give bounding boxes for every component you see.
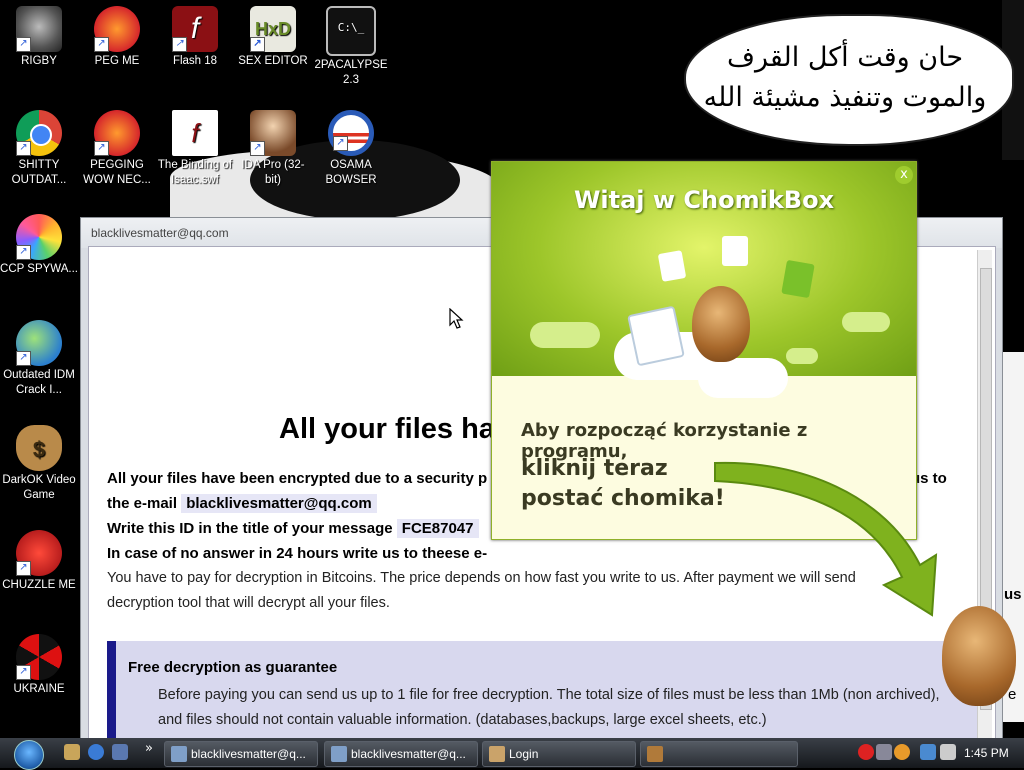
desktop-icon-flash[interactable]: f ↗ Flash 18	[156, 6, 234, 69]
quicklaunch-switch-icon[interactable]	[112, 744, 128, 760]
taskbar-button[interactable]: blacklivesmatter@q...	[324, 741, 478, 767]
start-button[interactable]	[6, 740, 50, 770]
desktop-icon-binding-of-isaac[interactable]: f The Binding of Isaac.swf	[156, 110, 234, 188]
network-icon[interactable]	[920, 744, 936, 760]
desktop-icon-pegging[interactable]: ↗ PEGGING WOW NEC...	[78, 110, 156, 188]
hamster-mascot-corner[interactable]	[942, 606, 1016, 706]
chrome-icon: ↗	[16, 110, 62, 156]
taskbar-button[interactable]	[640, 741, 798, 767]
taskbar-button[interactable]: blacklivesmatter@q...	[164, 741, 318, 767]
music-file-icon	[627, 305, 685, 367]
hamster-icon	[647, 746, 663, 762]
side-text-fragment: us	[1004, 586, 1022, 603]
login-icon	[489, 746, 505, 762]
desktop-icon-sex-editor[interactable]: HxD ↗ SEX EDITOR	[234, 6, 312, 69]
ida-portrait-icon: ↗	[250, 110, 296, 156]
window-icon	[331, 746, 347, 762]
quicklaunch-ie-icon[interactable]	[88, 744, 104, 760]
desktop-icon-osama-bowser[interactable]: ↗ OSAMA BOWSER	[312, 110, 390, 188]
encrypted-notice: All your files have been encrypted due t…	[107, 470, 488, 487]
radiation-icon: ↗	[16, 634, 62, 680]
desktop-icon-2pacalypse[interactable]: C:\_ 2PACALYPSE 2.3	[312, 6, 390, 88]
windows-orb-icon	[14, 740, 44, 770]
desktop-icon-chrome[interactable]: ↗ SHITTY OUTDAT...	[0, 110, 78, 188]
victim-id[interactable]: FCE87047	[396, 519, 479, 538]
image-file-icon	[657, 250, 687, 282]
guarantee-text: and files should not contain valuable in…	[158, 712, 767, 728]
swf-file-icon: f	[172, 110, 218, 156]
desktop-icon-ccp-spyware[interactable]: ↗ CCP SPYWA...	[0, 214, 78, 277]
desktop-icon-chuzzle[interactable]: ↗ CHUZZLE ME	[0, 530, 78, 593]
money-bag-icon: $	[16, 425, 62, 471]
chomikbox-title: Witaj w ChomikBox	[573, 186, 835, 214]
payment-text: decryption tool that will decrypt all yo…	[107, 595, 390, 611]
globe-download-icon: ↗	[16, 320, 62, 366]
terminal-icon: C:\_	[326, 6, 376, 56]
clock[interactable]: 1:45 PM	[964, 746, 1009, 760]
taskbar-button[interactable]: Login	[482, 741, 636, 767]
speech-bubble-text: حان وقت أكل القرف والموت وتنفيذ مشيئة ال…	[703, 42, 987, 113]
search-icon[interactable]	[894, 744, 910, 760]
quicklaunch-chevron[interactable]: »	[145, 741, 153, 756]
p-logo-icon: ↗	[94, 110, 140, 156]
color-wheel-icon: ↗	[16, 214, 62, 260]
id-line: Write this ID in the title of your messa…	[107, 519, 479, 538]
flash-icon: f ↗	[172, 6, 218, 52]
guarantee-heading: Free decryption as guarantee	[128, 659, 338, 676]
backup-email-line: In case of no answer in 24 hours write u…	[107, 545, 488, 562]
email-line: the e-mail blacklivesmatter@qq.com	[107, 494, 377, 513]
cloud-graphic	[786, 348, 818, 364]
cloud-graphic	[842, 312, 890, 332]
volume-muted-icon[interactable]	[940, 744, 956, 760]
hamster-mascot[interactable]	[692, 286, 750, 362]
p-logo-icon: ↗	[94, 6, 140, 52]
desktop-icon-ukraine[interactable]: ↗ UKRAINE	[0, 634, 78, 697]
contact-email[interactable]: blacklivesmatter@qq.com	[181, 494, 377, 513]
green-arrow-graphic	[714, 461, 938, 617]
desktop-icon-rigby[interactable]: ↗ RIGBY	[0, 6, 78, 69]
close-button[interactable]: x	[895, 166, 913, 184]
side-text-fragment: e	[1008, 686, 1017, 703]
security-alert-icon[interactable]	[858, 744, 874, 760]
desktop-icon-ida-pro[interactable]: ↗ IDA Pro (32-bit)	[234, 110, 312, 188]
guarantee-text: Before paying you can send us up to 1 fi…	[158, 687, 940, 703]
desktop-icon-peg-me[interactable]: ↗ PEG ME	[78, 6, 156, 69]
cloud-graphic	[530, 322, 600, 348]
desktop-icon-idm-crack[interactable]: ↗ Outdated IDM Crack I...	[0, 320, 78, 398]
hxd-icon: HxD ↗	[250, 6, 296, 52]
desktop-icon-darkok[interactable]: $ DarkOK Video Game	[0, 425, 78, 503]
raccoon-icon: ↗	[16, 6, 62, 52]
chomikbox-cta: kliknij teraz postać chomika!	[521, 456, 725, 511]
obama-logo-icon: ↗	[328, 110, 374, 156]
ransom-heading: All your files ha	[279, 413, 495, 445]
mouse-cursor-icon	[449, 308, 464, 329]
green-file-icon	[781, 259, 815, 299]
cloud-graphic	[698, 358, 788, 398]
guarantee-box: Free decryption as guarantee Before payi…	[107, 641, 978, 749]
chuzzle-icon: ↗	[16, 530, 62, 576]
tray-app-icon[interactable]	[876, 744, 892, 760]
quicklaunch-show-desktop-icon[interactable]	[64, 744, 80, 760]
window-icon	[171, 746, 187, 762]
photo-file-icon	[722, 236, 748, 266]
